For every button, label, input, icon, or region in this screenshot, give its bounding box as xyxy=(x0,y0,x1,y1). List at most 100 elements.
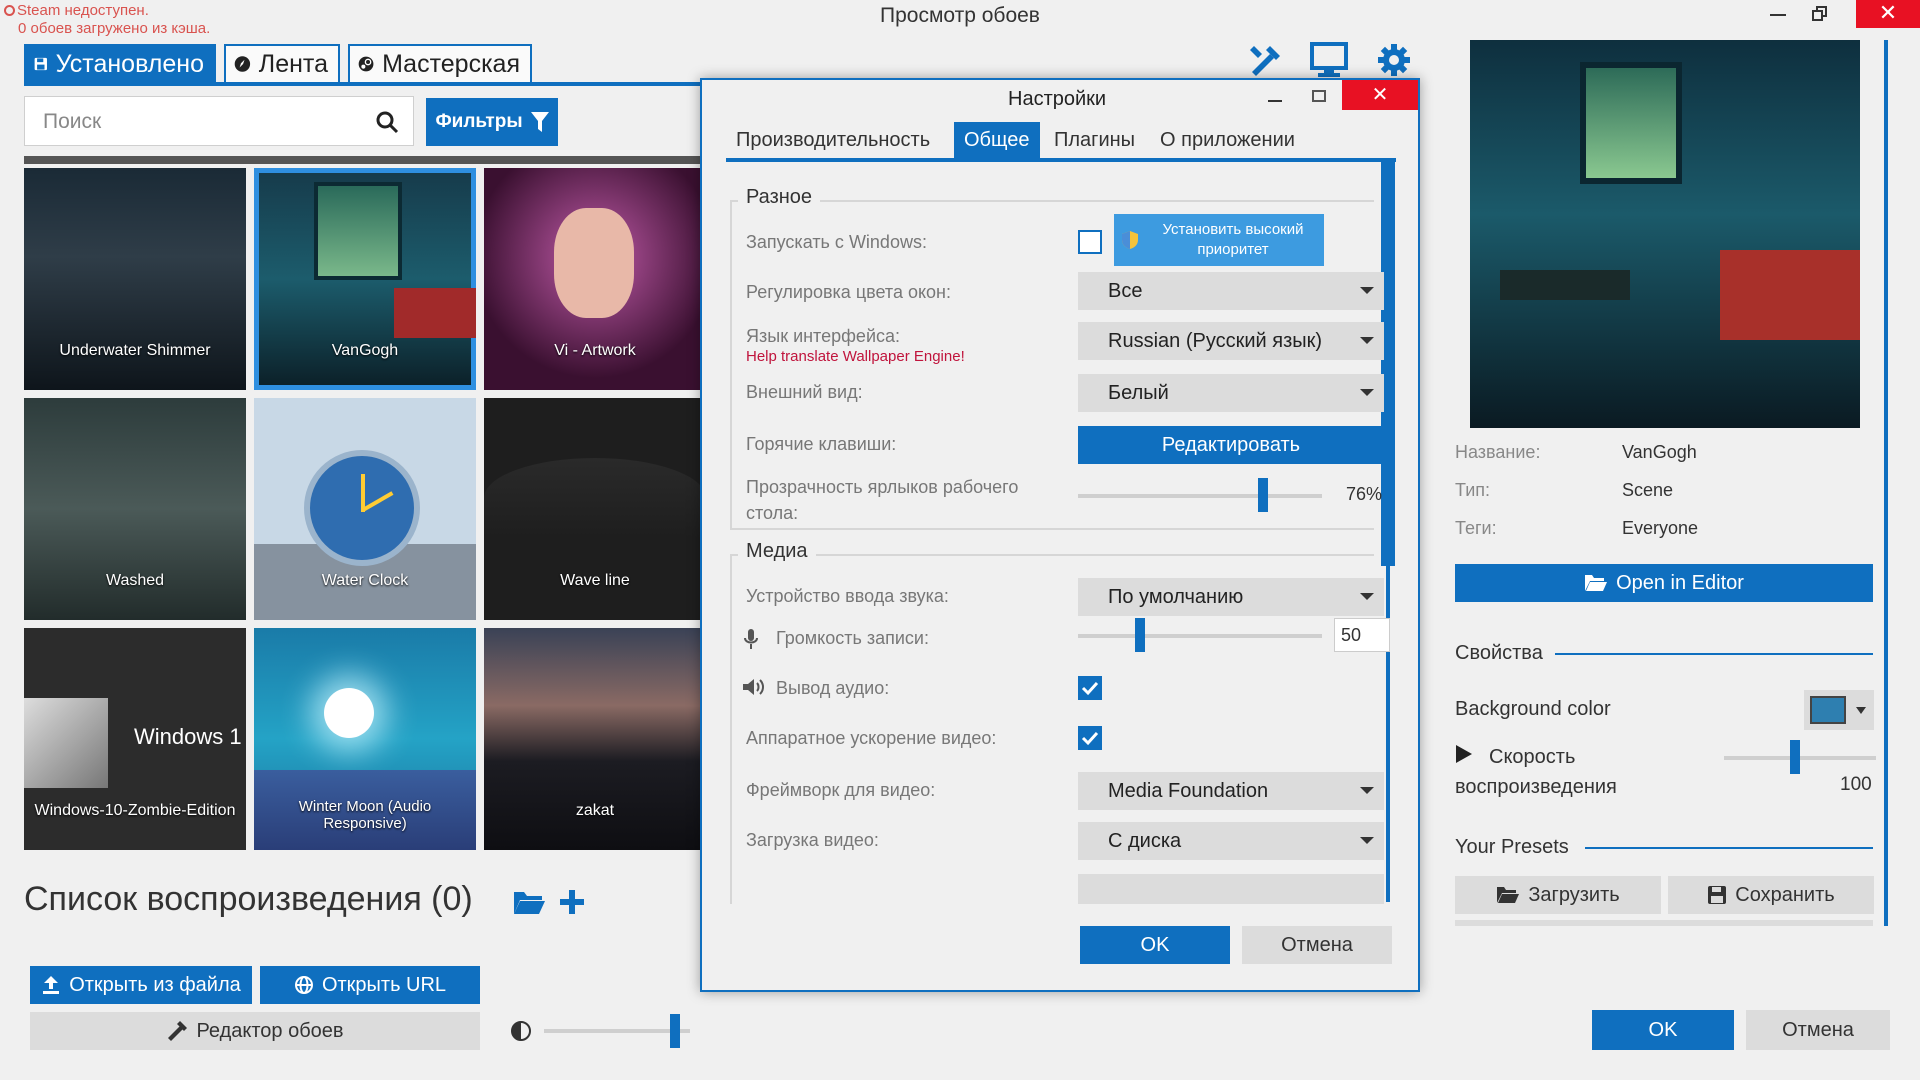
high-priority-button[interactable]: Установить высокий приоритет xyxy=(1114,214,1324,266)
wallpaper-title: Wave line xyxy=(560,572,630,589)
close-button[interactable]: ✕ xyxy=(1856,0,1920,28)
dialog-ok-label: OK xyxy=(1140,933,1170,956)
dialog-title: Настройки xyxy=(1008,88,1107,110)
steam-status: Steam недоступен. xyxy=(4,2,210,20)
window-color-select[interactable]: Все xyxy=(1078,272,1384,310)
icon-opacity-label: Прозрачность ярлыков рабочего стола: xyxy=(746,477,1019,523)
icon-opacity-slider[interactable] xyxy=(1078,494,1322,498)
dialog-close-button[interactable]: ✕ xyxy=(1342,80,1418,110)
monitor-icon[interactable] xyxy=(1310,42,1348,78)
wallpaper-tile[interactable]: Water Clock xyxy=(254,398,476,620)
save-preset-button[interactable]: Сохранить xyxy=(1668,876,1874,914)
search-icon[interactable] xyxy=(375,110,399,134)
tab-installed[interactable]: Установлено xyxy=(24,44,216,84)
brightness-slider[interactable] xyxy=(544,1029,690,1033)
playback-speed-slider[interactable] xyxy=(1724,756,1876,760)
video-framework-label: Фреймворк для видео: xyxy=(746,780,936,800)
start-with-windows-checkbox[interactable] xyxy=(1078,230,1102,254)
bg-color-picker[interactable] xyxy=(1804,690,1874,730)
wallpaper-tile[interactable]: Wave line xyxy=(484,398,706,620)
dialog-minimize-button[interactable] xyxy=(1268,100,1282,102)
cancel-label: Отмена xyxy=(1782,1018,1854,1041)
open-file-button[interactable]: Открыть из файла xyxy=(30,966,252,1004)
dialog-maximize-button[interactable] xyxy=(1312,90,1326,102)
help-translate-link[interactable]: Help translate Wallpaper Engine! xyxy=(746,348,965,365)
dialog-cancel-button[interactable]: Отмена xyxy=(1242,926,1392,964)
search-input[interactable]: Поиск xyxy=(43,110,101,134)
tab-workshop[interactable]: Мастерская xyxy=(348,44,532,84)
audio-output-checkbox[interactable] xyxy=(1078,676,1102,700)
wallpaper-tile[interactable]: Washed xyxy=(24,398,246,620)
appearance-label: Внешний вид: xyxy=(746,382,863,402)
input-device-label: Устройство ввода звука: xyxy=(746,586,949,606)
tab-about[interactable]: О приложении xyxy=(1150,122,1305,158)
folder-open-icon[interactable] xyxy=(512,888,546,916)
minimize-button[interactable] xyxy=(1770,14,1786,16)
video-framework-select[interactable]: Media Foundation xyxy=(1078,772,1384,810)
wallpaper-tile[interactable]: Vi - Artwork xyxy=(484,168,706,390)
tab-plugins[interactable]: Плагины xyxy=(1044,122,1145,158)
wallpaper-tile[interactable]: Windows 1 Windows-10-Zombie-Edition xyxy=(24,628,246,850)
bed-art xyxy=(394,288,476,338)
chevron-down-icon xyxy=(1856,707,1866,714)
tags-label: Теги: xyxy=(1455,518,1497,538)
tools-icon[interactable] xyxy=(1248,42,1284,78)
tab-installed-label: Установлено xyxy=(55,49,204,78)
wave-art xyxy=(484,458,706,538)
gear-icon[interactable] xyxy=(1376,42,1412,78)
search-box[interactable]: Поиск xyxy=(24,96,414,146)
wallpaper-tile[interactable]: zakat xyxy=(484,628,706,850)
hw-accel-checkbox[interactable] xyxy=(1078,726,1102,750)
icon-opacity-slider-thumb[interactable] xyxy=(1258,478,1269,512)
presets-list-edge xyxy=(1455,920,1873,926)
media-section-title: Медиа xyxy=(738,540,816,563)
record-volume-slider[interactable] xyxy=(1078,634,1322,638)
record-volume-slider-thumb[interactable] xyxy=(1135,618,1145,652)
filters-button[interactable]: Фильтры xyxy=(426,98,558,146)
video-loading-label: Загрузка видео: xyxy=(746,830,879,850)
next-select-partial[interactable] xyxy=(1078,874,1384,904)
load-preset-button[interactable]: Загрузить xyxy=(1455,876,1661,914)
wallpaper-tile[interactable]: Underwater Shimmer xyxy=(24,168,246,390)
speaker-icon xyxy=(743,679,764,695)
wallpaper-tile-selected[interactable]: VanGogh xyxy=(254,168,476,390)
brightness-slider-thumb[interactable] xyxy=(670,1014,681,1048)
filter-icon xyxy=(530,112,549,132)
record-volume-input[interactable]: 50 xyxy=(1334,618,1390,652)
chevron-down-icon xyxy=(1360,593,1374,600)
misc-section-title: Разное xyxy=(738,186,821,209)
appearance-value: Белый xyxy=(1108,381,1169,404)
wallpaper-title: Winter Moon (Audio Responsive) xyxy=(298,798,432,832)
playback-speed-label: Скорость воспроизведения xyxy=(1455,746,1617,798)
tab-performance[interactable]: Производительность xyxy=(726,122,940,158)
open-url-button[interactable]: Открыть URL xyxy=(260,966,480,1004)
tab-general[interactable]: Общее xyxy=(954,122,1040,158)
wallpaper-title: Windows-10-Zombie-Edition xyxy=(34,802,236,819)
open-in-editor-button[interactable]: Open in Editor xyxy=(1455,564,1873,602)
language-select[interactable]: Russian (Русский язык) xyxy=(1078,322,1384,360)
dialog-ok-button[interactable]: OK xyxy=(1080,926,1230,964)
video-loading-select[interactable]: С диска xyxy=(1078,822,1384,860)
edit-hotkeys-button[interactable]: Редактировать xyxy=(1078,426,1384,464)
appearance-select[interactable]: Белый xyxy=(1078,374,1384,412)
name-label: Название: xyxy=(1455,442,1541,462)
panel-scrollbar[interactable] xyxy=(1884,40,1888,926)
properties-title: Свойства xyxy=(1455,642,1553,665)
restore-button[interactable] xyxy=(1812,6,1828,22)
ok-button[interactable]: OK xyxy=(1592,1010,1734,1050)
add-icon[interactable] xyxy=(558,888,586,916)
cancel-button[interactable]: Отмена xyxy=(1746,1010,1890,1050)
cache-status: 0 обоев загружено из кэша. xyxy=(18,20,211,37)
wallpaper-editor-button[interactable]: Редактор обоев xyxy=(30,1012,480,1050)
settings-content: Разное Запускать с Windows: Установить в… xyxy=(726,162,1396,904)
scrollbar-thumb[interactable] xyxy=(1381,162,1395,566)
grid-scroll-edge xyxy=(24,156,700,164)
tags-value: Everyone xyxy=(1622,518,1699,538)
tab-feed[interactable]: Лента xyxy=(224,44,340,84)
error-icon xyxy=(4,5,15,16)
input-device-select[interactable]: По умолчанию xyxy=(1078,578,1384,616)
hotkeys-label: Горячие клавиши: xyxy=(746,434,897,454)
chevron-down-icon xyxy=(1360,337,1374,344)
wallpaper-tile[interactable]: Winter Moon (Audio Responsive) xyxy=(254,628,476,850)
playback-speed-slider-thumb[interactable] xyxy=(1790,740,1800,774)
